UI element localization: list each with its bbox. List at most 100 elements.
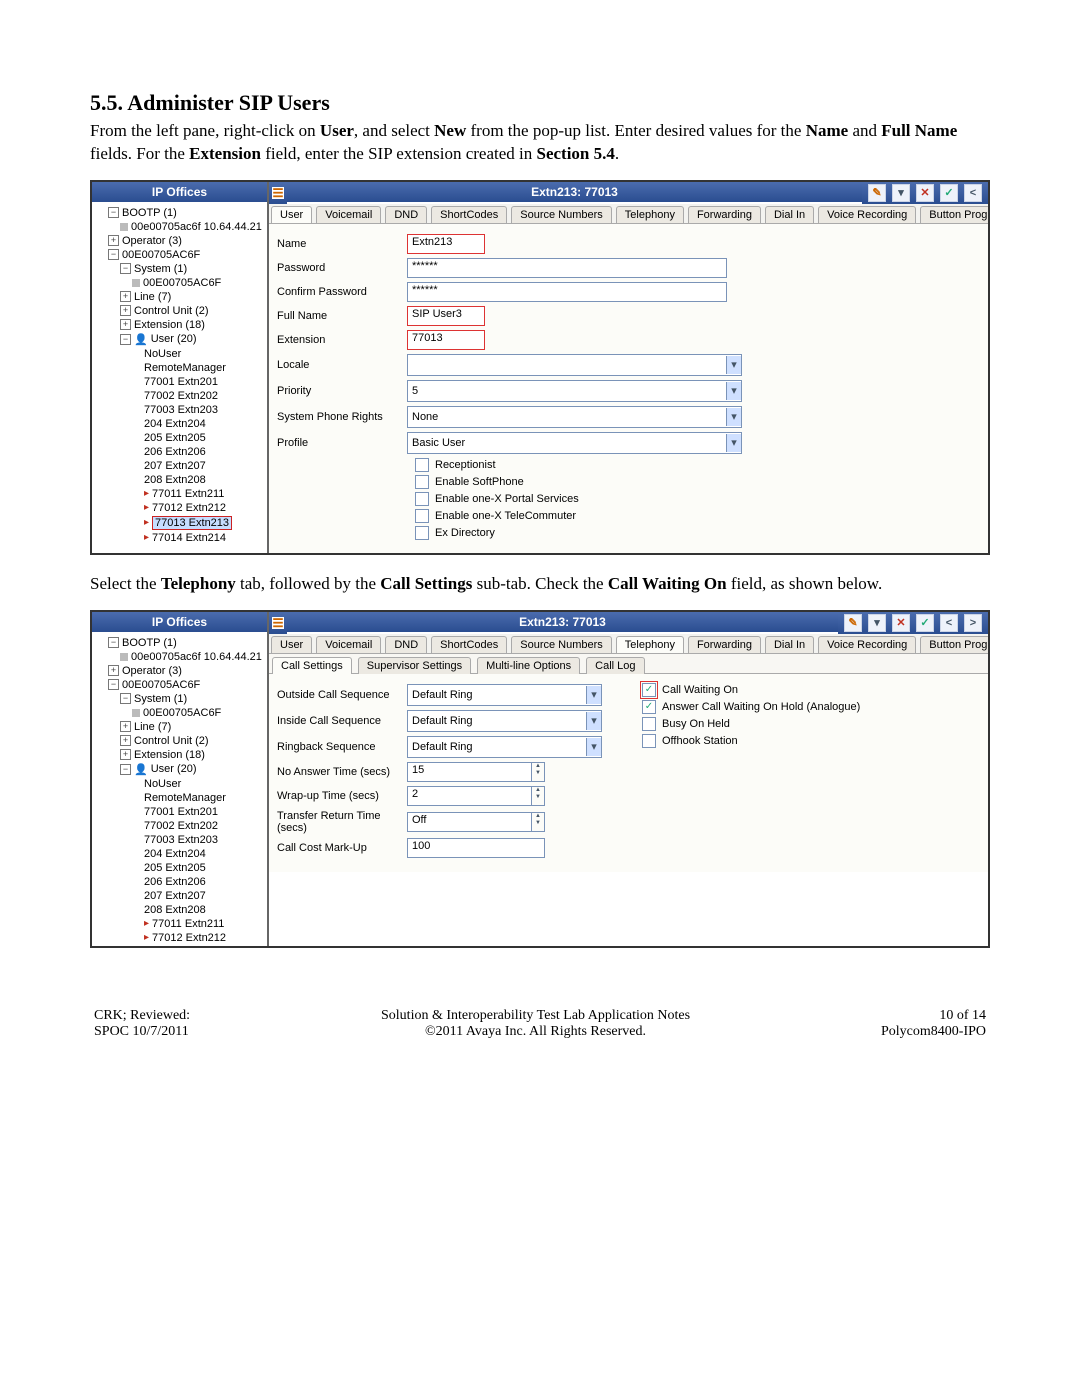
expand-icon[interactable]: + — [120, 721, 131, 732]
expand-icon[interactable]: + — [120, 291, 131, 302]
tree-u212[interactable]: 77012 Extn212 — [152, 502, 226, 514]
tree-u211[interactable]: 77011 Extn211 — [152, 918, 224, 930]
tree-bootp[interactable]: BOOTP (1) — [122, 637, 177, 649]
priority-select[interactable]: 5▾ — [407, 380, 742, 402]
callwaiting-checkbox[interactable] — [642, 683, 656, 697]
back-button[interactable]: < — [940, 614, 958, 632]
forward-button[interactable]: > — [964, 614, 982, 632]
collapse-icon[interactable]: − — [120, 764, 131, 775]
collapse-icon[interactable]: − — [120, 334, 131, 345]
tree-u203[interactable]: 77003 Extn203 — [144, 834, 218, 846]
tree-operator[interactable]: Operator (3) — [122, 235, 182, 247]
tab-dnd[interactable]: DND — [385, 206, 427, 224]
tree-mac[interactable]: 00e00705ac6f 10.64.44.21 — [131, 221, 262, 233]
profile-select[interactable]: Basic User▾ — [407, 432, 742, 454]
tab-voice-recording[interactable]: Voice Recording — [818, 206, 916, 224]
outside-call-select[interactable]: Default Ring▾ — [407, 684, 602, 706]
tree-rootmac[interactable]: 00E00705AC6F — [122, 679, 200, 691]
tree-line[interactable]: Line (7) — [134, 721, 171, 733]
tab-user[interactable]: User — [271, 206, 312, 224]
tree-extension[interactable]: Extension (18) — [134, 319, 205, 331]
collapse-icon[interactable]: − — [120, 263, 131, 274]
collapse-icon[interactable]: − — [108, 249, 119, 260]
noanswer-field[interactable]: 15 — [407, 762, 532, 782]
nav-tree[interactable]: −BOOTP (1) 00e00705ac6f 10.64.44.21 +Ope… — [92, 632, 267, 946]
tree-u201[interactable]: 77001 Extn201 — [144, 806, 218, 818]
tree-u206[interactable]: 206 Extn206 — [144, 446, 206, 458]
confirm-password-field[interactable]: ****** — [407, 282, 727, 302]
tree-u213-selected[interactable]: 77013 Extn213 — [152, 516, 232, 530]
tree-rootmac[interactable]: 00E00705AC6F — [122, 249, 200, 261]
tab-shortcodes[interactable]: ShortCodes — [431, 636, 507, 654]
cost-field[interactable]: 100 — [407, 838, 545, 858]
name-field[interactable]: Extn213 — [407, 234, 485, 254]
tree-u212[interactable]: 77012 Extn212 — [152, 932, 226, 944]
tab-shortcodes[interactable]: ShortCodes — [431, 206, 507, 224]
tree-user[interactable]: User (20) — [151, 763, 197, 775]
tab-source-numbers[interactable]: Source Numbers — [511, 206, 612, 224]
tree-u201[interactable]: 77001 Extn201 — [144, 376, 218, 388]
tree-system[interactable]: System (1) — [134, 263, 187, 275]
ok-button[interactable]: ✓ — [940, 184, 958, 202]
inside-call-select[interactable]: Default Ring▾ — [407, 710, 602, 732]
tree-line[interactable]: Line (7) — [134, 291, 171, 303]
subtab-call-settings[interactable]: Call Settings — [272, 657, 352, 674]
tab-telephony[interactable]: Telephony — [616, 206, 684, 224]
expand-icon[interactable]: + — [108, 235, 119, 246]
tab-user[interactable]: User — [271, 636, 312, 654]
tree-u211[interactable]: 77011 Extn211 — [152, 488, 224, 500]
tree-u205[interactable]: 205 Extn205 — [144, 432, 206, 444]
spinner-icon[interactable]: ▲▼ — [532, 762, 545, 782]
tab-dial-in[interactable]: Dial In — [765, 206, 814, 224]
dropdown-button[interactable]: ▾ — [892, 184, 910, 202]
tab-dnd[interactable]: DND — [385, 636, 427, 654]
dropdown-button[interactable]: ▾ — [868, 614, 886, 632]
tab-voice-recording[interactable]: Voice Recording — [818, 636, 916, 654]
delete-button[interactable]: ✕ — [916, 184, 934, 202]
new-button[interactable]: ✎ — [868, 184, 886, 202]
back-button[interactable]: < — [964, 184, 982, 202]
tab-voicemail[interactable]: Voicemail — [316, 636, 381, 654]
delete-button[interactable]: ✕ — [892, 614, 910, 632]
tree-mac[interactable]: 00e00705ac6f 10.64.44.21 — [131, 651, 262, 663]
new-button[interactable]: ✎ — [844, 614, 862, 632]
softphone-checkbox[interactable] — [415, 475, 429, 489]
tree-u214[interactable]: 77014 Extn214 — [152, 532, 226, 544]
tree-user[interactable]: User (20) — [151, 333, 197, 345]
tree-system[interactable]: System (1) — [134, 693, 187, 705]
tab-forwarding[interactable]: Forwarding — [688, 636, 761, 654]
subtab-supervisor[interactable]: Supervisor Settings — [358, 657, 471, 674]
telecommuter-checkbox[interactable] — [415, 509, 429, 523]
busy-checkbox[interactable] — [642, 717, 656, 731]
tree-operator[interactable]: Operator (3) — [122, 665, 182, 677]
expand-icon[interactable]: + — [120, 735, 131, 746]
portal-checkbox[interactable] — [415, 492, 429, 506]
tab-forwarding[interactable]: Forwarding — [688, 206, 761, 224]
collapse-icon[interactable]: − — [120, 693, 131, 704]
tab-button-prog[interactable]: Button Prog — [920, 206, 988, 224]
collapse-icon[interactable]: − — [108, 637, 119, 648]
locale-select[interactable]: ▾ — [407, 354, 742, 376]
tree-u203[interactable]: 77003 Extn203 — [144, 404, 218, 416]
tree-nouser[interactable]: NoUser — [144, 348, 181, 360]
tree-u208[interactable]: 208 Extn208 — [144, 474, 206, 486]
expand-icon[interactable]: + — [120, 749, 131, 760]
tab-button-prog[interactable]: Button Prog — [920, 636, 988, 654]
tree-u208[interactable]: 208 Extn208 — [144, 904, 206, 916]
answerhold-checkbox[interactable] — [642, 700, 656, 714]
subtab-multiline[interactable]: Multi-line Options — [477, 657, 580, 674]
tree-nouser[interactable]: NoUser — [144, 778, 181, 790]
tree-control[interactable]: Control Unit (2) — [134, 305, 209, 317]
tree-u205[interactable]: 205 Extn205 — [144, 862, 206, 874]
tree-u202[interactable]: 77002 Extn202 — [144, 820, 218, 832]
subtab-calllog[interactable]: Call Log — [586, 657, 644, 674]
ringback-select[interactable]: Default Ring▾ — [407, 736, 602, 758]
tree-u204[interactable]: 204 Extn204 — [144, 418, 206, 430]
wrapup-field[interactable]: 2 — [407, 786, 532, 806]
tree-extension[interactable]: Extension (18) — [134, 749, 205, 761]
tab-voicemail[interactable]: Voicemail — [316, 206, 381, 224]
tree-bootp[interactable]: BOOTP (1) — [122, 207, 177, 219]
tree-remote[interactable]: RemoteManager — [144, 792, 226, 804]
receptionist-checkbox[interactable] — [415, 458, 429, 472]
nav-tree[interactable]: −BOOTP (1) 00e00705ac6f 10.64.44.21 +Ope… — [92, 202, 267, 546]
